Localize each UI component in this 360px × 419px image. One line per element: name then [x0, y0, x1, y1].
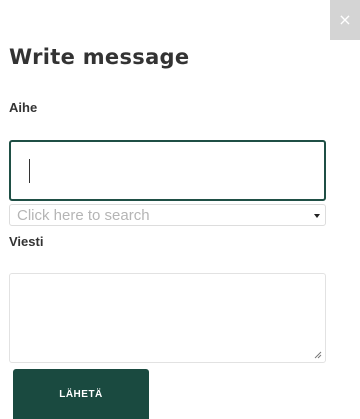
- close-icon: ×: [338, 10, 352, 29]
- chevron-down-icon: [314, 214, 320, 218]
- dialog-title: Write message: [9, 45, 190, 69]
- search-placeholder: Click here to search: [17, 207, 150, 224]
- message-label: Viesti: [9, 234, 44, 249]
- message-textarea[interactable]: [9, 273, 326, 363]
- resize-handle-icon[interactable]: [314, 351, 322, 359]
- subject-label: Aihe: [9, 100, 38, 115]
- search-select[interactable]: Click here to search: [9, 204, 326, 226]
- send-button-label: LÄHETÄ: [59, 388, 103, 400]
- subject-input[interactable]: [9, 140, 326, 201]
- send-button[interactable]: LÄHETÄ: [13, 369, 149, 419]
- text-caret: [29, 159, 30, 183]
- close-button[interactable]: ×: [330, 0, 360, 40]
